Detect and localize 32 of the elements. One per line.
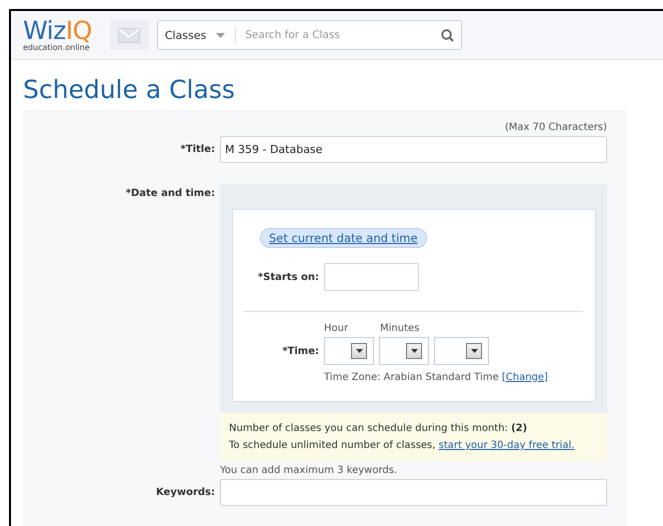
time-select[interactable] — [324, 337, 374, 365]
bracket: ] — [544, 372, 548, 383]
bracket: [ — [502, 372, 506, 383]
title-field[interactable]: M 359 - Database — [220, 136, 607, 163]
search-field[interactable]: Classes Search for a Class — [156, 20, 462, 50]
time-select[interactable] — [434, 337, 489, 365]
caret-icon — [470, 349, 478, 353]
page-title: Schedule a Class — [23, 74, 236, 106]
select-caption: Hour — [324, 323, 348, 334]
set-current-button[interactable]: Set current date and time — [260, 228, 427, 248]
time-zone-text: Time Zone: Arabian Standard Time — [324, 372, 499, 383]
keywords-field[interactable] — [220, 479, 607, 506]
search-icon[interactable] — [440, 28, 454, 42]
time-label: *Time: — [281, 346, 319, 356]
caret-icon — [216, 32, 226, 38]
title-label: *Title: — [180, 144, 215, 155]
envelope-icon — [118, 28, 140, 42]
starts-label: *Starts on: — [256, 272, 319, 282]
caret-icon — [410, 349, 418, 353]
select-caption: Minutes — [380, 323, 420, 334]
quota-text: Number of classes you can schedule during this month: (2) — [229, 422, 528, 436]
trial-text: To schedule unlimited number of classes, — [229, 440, 436, 451]
date-time-label: *Date and time: — [124, 188, 215, 201]
caret-icon — [356, 349, 362, 353]
keywords-hint: You can add maximum 3 keywords. — [220, 465, 398, 476]
starts-field[interactable] — [324, 263, 419, 291]
logo[interactable]: WizIQ education.online — [23, 18, 92, 52]
title-hint: (Max 70 Characters) — [504, 122, 607, 133]
time-select[interactable] — [379, 337, 429, 365]
change-link[interactable]: Change — [506, 372, 544, 383]
keywords-label: Keywords: — [154, 487, 215, 498]
trial-link[interactable]: start your 30-day free trial. — [438, 440, 574, 451]
